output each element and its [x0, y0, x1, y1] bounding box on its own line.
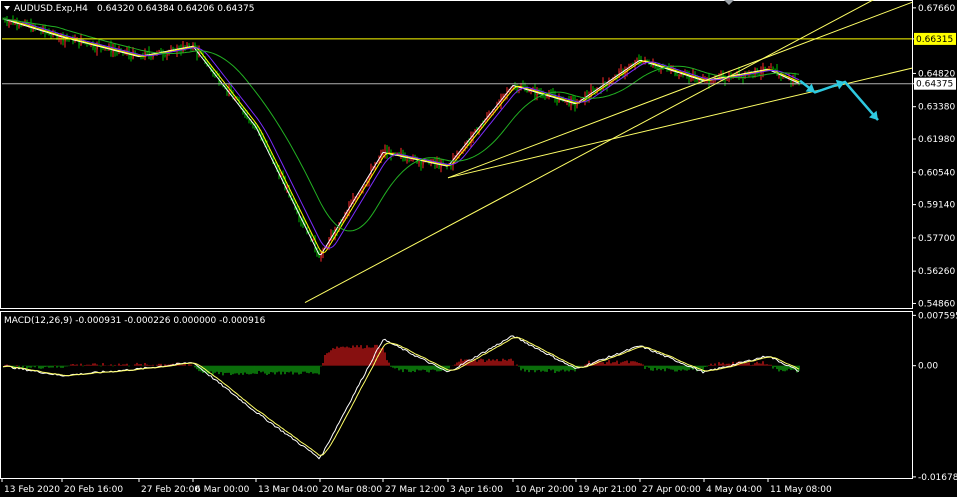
candle-body [544, 96, 546, 98]
macd-panel-frame [0, 311, 913, 479]
candle-body [50, 34, 52, 36]
time-tick-label: 27 Apr 00:00 [642, 485, 701, 495]
candle-body [678, 75, 680, 77]
candle-body [774, 68, 776, 71]
price-tick-label: 0.61980 [918, 135, 955, 145]
candle-body [650, 64, 652, 67]
macd-signal-line [2, 337, 800, 456]
candle-body [592, 90, 594, 92]
candle-body [180, 50, 182, 52]
candle-body [724, 79, 726, 81]
macd-tick-label: -0.016785 [918, 473, 957, 483]
forecast-arrows [799, 79, 879, 121]
candle-body [770, 67, 772, 69]
candle-body [286, 186, 288, 188]
candle-body [502, 94, 504, 97]
candle-body [408, 159, 410, 161]
candle-body [164, 55, 166, 57]
macd-tick-label: 0.007595 [918, 311, 957, 321]
moving-averages [2, 18, 800, 256]
candle-body [572, 98, 574, 100]
candle-body [636, 60, 638, 62]
time-tick-label: 6 Mar 00:00 [195, 485, 250, 495]
candle-body [528, 90, 530, 93]
time-tick-label: 4 May 04:00 [706, 485, 762, 495]
candle-body [772, 67, 774, 69]
candle-body [418, 160, 420, 163]
candle-body [482, 123, 484, 125]
candle-body [656, 68, 658, 70]
ma-mid-line [2, 18, 800, 249]
time-tick-label: 20 Feb 16:00 [64, 485, 123, 495]
candle-body [726, 79, 728, 81]
candle-body [20, 25, 22, 27]
candle-body [184, 45, 186, 48]
candle-body [406, 159, 408, 161]
time-axis: 13 Feb 2020 20 Feb 16:00 27 Feb 20:006 Mar… [1, 478, 832, 495]
price-tick-label: 0.54860 [918, 299, 955, 309]
candle-body [266, 145, 268, 147]
candle-body [716, 76, 718, 78]
time-tick-label: 13 Mar 04:00 [258, 485, 318, 495]
candle-body [422, 161, 424, 165]
candle-body [6, 20, 8, 23]
trendlines[interactable] [304, 0, 913, 303]
candle-body [8, 21, 10, 23]
candle-body [676, 74, 678, 76]
dropdown-triangle-icon[interactable] [4, 6, 10, 10]
time-tick-label: 11 May 08:00 [770, 485, 832, 495]
candle-body [162, 54, 164, 56]
candle-body [576, 103, 578, 106]
price-axis: 0.676600.648200.633800.619800.605400.591… [912, 4, 955, 309]
time-tick-label: 3 Apr 16:00 [450, 485, 503, 495]
scroll-marker-icon[interactable] [724, 0, 734, 5]
candle-body [712, 80, 714, 84]
price-tick-label: 0.60540 [918, 168, 955, 178]
macd-main-line [2, 335, 800, 460]
candle-body [142, 56, 144, 58]
price-tick-label: 0.63380 [918, 103, 955, 113]
candle-body [312, 238, 314, 241]
candle-body [410, 159, 412, 161]
candle-body [158, 50, 160, 53]
trading-chart[interactable]: AUDUSD.Exp,H4 0.64320 0.64384 0.64206 0.… [0, 0, 957, 497]
time-tick-label: 27 Feb 20:00 [141, 485, 200, 495]
price-tick-label: 0.56260 [918, 267, 955, 277]
price-tick-label: 0.59140 [918, 201, 955, 211]
candle-body [104, 48, 106, 50]
price-tick-label: 0.57700 [918, 234, 955, 244]
macd-header: MACD(12,26,9) -0.000931 -0.000226 0.0000… [4, 316, 266, 326]
time-tick-label: 19 Apr 21:00 [578, 485, 637, 495]
candle-body [94, 47, 96, 50]
candle-body [764, 66, 766, 69]
close-line [2, 18, 800, 256]
candle-body [146, 52, 148, 54]
candle-body [102, 47, 104, 50]
time-tick-label: 13 Feb 2020 [4, 485, 60, 495]
candle-body [420, 160, 422, 165]
candle-body [88, 44, 90, 46]
candle-body [18, 25, 20, 27]
candle-body [620, 70, 622, 72]
candle-body [758, 73, 760, 75]
current-price-label: 0.64375 [916, 80, 953, 90]
price-tick-label: 0.67660 [918, 4, 955, 14]
ma-fast-line [2, 18, 800, 254]
chart-ohlc: 0.64320 0.64384 0.64206 0.64375 [97, 4, 254, 14]
time-tick-label: 27 Mar 12:00 [385, 485, 445, 495]
chart-symbol: AUDUSD.Exp,H4 [14, 4, 88, 14]
macd-tick-label: 0.00 [918, 362, 938, 372]
horizontal-lines[interactable]: 0.66315 0.64375 [2, 32, 956, 90]
time-tick-label: 20 Mar 08:00 [322, 485, 382, 495]
macd-panel: 0.007595 0.00 -0.016785 [2, 311, 957, 483]
resistance-price-label: 0.66315 [916, 35, 953, 45]
candle-body [62, 34, 64, 42]
candle-body [760, 72, 762, 74]
time-tick-label: 10 Apr 20:00 [515, 485, 574, 495]
trendline[interactable] [304, 0, 912, 303]
